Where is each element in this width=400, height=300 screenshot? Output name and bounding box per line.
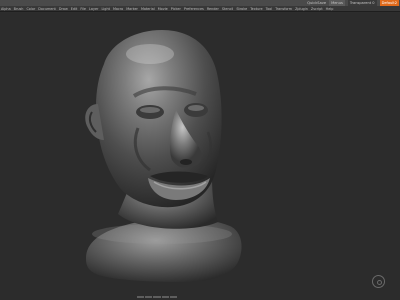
menu-stroke[interactable]: Stroke — [236, 6, 247, 12]
menu-tool[interactable]: Tool — [266, 6, 273, 12]
menu-render[interactable]: Render — [207, 6, 219, 12]
scrubber-segment — [153, 296, 161, 298]
canvas-viewport[interactable] — [0, 13, 400, 300]
menu-alpha[interactable]: Alpha — [1, 6, 11, 12]
scrubber-segment — [161, 296, 169, 298]
menu-file[interactable]: File — [80, 6, 86, 12]
menu-movie[interactable]: Movie — [158, 6, 168, 12]
menu-texture[interactable]: Texture — [250, 6, 262, 12]
menu-layer[interactable]: Layer — [89, 6, 98, 12]
menu-transform[interactable]: Transform — [275, 6, 292, 12]
menu-zplugin[interactable]: Zplugin — [295, 6, 308, 12]
scrubber-segment — [169, 296, 178, 298]
menu-color[interactable]: Color — [26, 6, 35, 12]
scrubber-segment — [145, 296, 153, 298]
menu-marker[interactable]: Marker — [126, 6, 138, 12]
menu-draw[interactable]: Draw — [59, 6, 68, 12]
menu-material[interactable]: Material — [141, 6, 155, 12]
timeline-scrubber[interactable] — [137, 296, 178, 298]
menu-document[interactable]: Document — [38, 6, 56, 12]
menu-light[interactable]: Light — [101, 6, 109, 12]
main-menu-bar: Alpha Brush Color Document Draw Edit Fil… — [0, 6, 400, 12]
menu-preferences[interactable]: Preferences — [184, 6, 204, 12]
menu-picker[interactable]: Picker — [171, 6, 181, 12]
sculpted-head-model[interactable] — [0, 13, 400, 300]
menu-edit[interactable]: Edit — [71, 6, 78, 12]
menu-help[interactable]: Help — [326, 6, 334, 12]
view-gizmo-icon[interactable] — [372, 275, 385, 288]
menu-brush[interactable]: Brush — [14, 6, 24, 12]
menu-zscript[interactable]: Zscript — [311, 6, 323, 12]
scrubber-segment — [137, 296, 145, 298]
menu-stencil[interactable]: Stencil — [222, 6, 233, 12]
menu-macro[interactable]: Macro — [113, 6, 123, 12]
